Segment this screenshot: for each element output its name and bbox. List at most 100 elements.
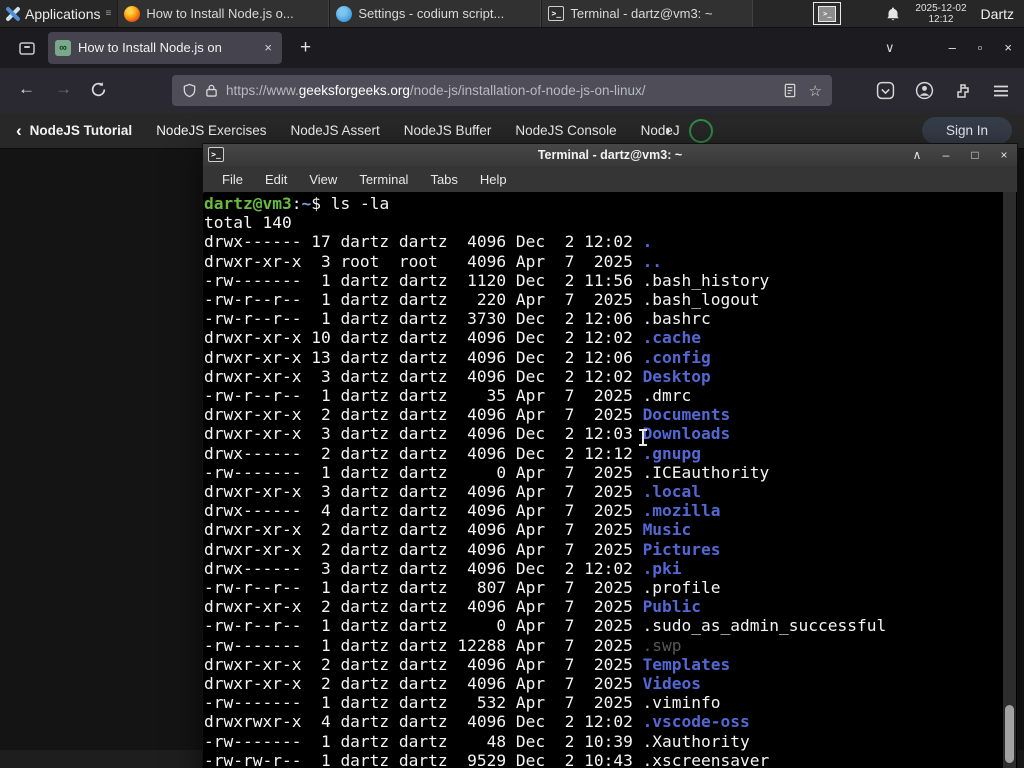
panel-user-name[interactable]: Dartz: [981, 6, 1014, 22]
terminal-minimize-button[interactable]: –: [939, 148, 953, 162]
browser-close-button[interactable]: ×: [1004, 40, 1012, 55]
terminal-line: drwx------ 3 dartz dartz 4096 Dec 2 12:0…: [204, 558, 682, 578]
bookmark-star-icon[interactable]: ☆: [809, 82, 822, 100]
site-nav-link[interactable]: NodeJS Assert: [290, 123, 379, 138]
url-bar[interactable]: https://www.geeksforgeeks.org/node-js/in…: [172, 75, 832, 106]
notifications-bell-icon[interactable]: [885, 6, 901, 22]
list-all-tabs-icon[interactable]: ∨: [879, 38, 901, 58]
forward-icon[interactable]: →: [55, 79, 72, 99]
terminal-shade-button[interactable]: ∧: [910, 148, 924, 162]
site-search-icon[interactable]: [688, 118, 713, 143]
mouse-ibeam-cursor: [637, 428, 649, 447]
terminal-line: drwxr-xr-x 13 dartz dartz 4096 Dec 2 12:…: [204, 347, 711, 367]
site-nav-back-chevron-icon[interactable]: ‹: [16, 121, 22, 141]
geeksforgeeks-favicon: ∞: [55, 39, 71, 56]
terminal-output[interactable]: dartz@vm3:~$ ls -la total 140 drwx------ 1…: [204, 192, 1017, 768]
terminal-window-icon: >_: [208, 147, 224, 162]
applications-menu-button[interactable]: Applications ≡: [0, 0, 117, 27]
panel-clock[interactable]: 2025-12-02 12:12: [915, 3, 966, 25]
terminal-line: -rw-r--r-- 1 dartz dartz 3730 Dec 2 12:0…: [204, 309, 711, 329]
panel-right: 2025-12-02 12:12 Dartz: [885, 0, 1024, 27]
terminal-line: drwxr-xr-x 3 root root 4096 Apr 7 2025 .…: [204, 251, 663, 271]
extensions-icon[interactable]: [954, 82, 972, 100]
firefox-icon: [124, 5, 141, 22]
taskbar-window-button[interactable]: >_ Terminal - dartz@vm3: ~: [541, 0, 754, 27]
terminal-menu-help[interactable]: Help: [469, 172, 518, 187]
terminal-line: -rw------- 1 dartz dartz 12288 Apr 7 202…: [204, 635, 682, 655]
lock-icon[interactable]: [205, 83, 218, 98]
system-tray: >_: [813, 2, 842, 25]
site-nav-link[interactable]: NodeJS Console: [515, 123, 616, 138]
terminal-line: drwxr-xr-x 10 dartz dartz 4096 Dec 2 12:…: [204, 328, 702, 348]
browser-maximize-button[interactable]: ▫: [978, 40, 983, 55]
reload-icon[interactable]: [90, 81, 107, 98]
terminal-line: drwxr-xr-x 3 dartz dartz 4096 Dec 2 12:0…: [204, 366, 711, 386]
terminal-scrollbar-thumb[interactable]: [1005, 705, 1014, 763]
menu-lines-icon: ≡: [105, 8, 112, 19]
terminal-line: -rw-r--r-- 1 dartz dartz 0 Apr 7 2025 .s…: [204, 616, 887, 636]
terminal-line: -rw-r--r-- 1 dartz dartz 220 Apr 7 2025 …: [204, 290, 760, 310]
terminal-line: -rw------- 1 dartz dartz 0 Apr 7 2025 .I…: [204, 462, 770, 482]
site-nav-link[interactable]: NodeJS Tutorial: [30, 123, 133, 138]
terminal-close-button[interactable]: ×: [997, 148, 1011, 162]
applications-menu-icon: [4, 6, 20, 22]
site-nav-link[interactable]: NodeJS Crypto: [641, 123, 680, 138]
taskbar-window-label: Settings - codium script...: [358, 6, 505, 21]
firefox-view-icon[interactable]: [12, 33, 42, 63]
tab-close-icon[interactable]: ×: [261, 39, 275, 56]
browser-toolbar: ← → https://www.geeksforgeeks.org/node-j…: [0, 68, 1024, 113]
codium-icon: [336, 5, 353, 22]
terminal-menu-tabs[interactable]: Tabs: [419, 172, 468, 187]
menu-hamburger-icon[interactable]: [992, 83, 1010, 99]
taskbar-window-button[interactable]: Settings - codium script...: [329, 0, 542, 27]
account-icon[interactable]: [915, 81, 934, 100]
terminal-menu-bar: File Edit View Terminal Tabs Help: [203, 166, 1017, 193]
terminal-line: drwxr-xr-x 2 dartz dartz 4096 Apr 7 2025…: [204, 654, 731, 674]
url-text[interactable]: https://www.geeksforgeeks.org/node-js/in…: [226, 83, 775, 98]
terminal-line: drwxr-xr-x 2 dartz dartz 4096 Apr 7 2025…: [204, 674, 702, 694]
terminal-line: drwxr-xr-x 3 dartz dartz 4096 Dec 2 12:0…: [204, 424, 731, 444]
terminal-line: -rw-rw-r-- 1 dartz dartz 9529 Dec 2 10:4…: [204, 750, 770, 768]
taskbar-window-label: Terminal - dartz@vm3: ~: [570, 6, 713, 21]
browser-tab-bar: ∞ How to Install Node.js on × + ∨ – ▫ ×: [0, 27, 1024, 68]
site-nav-overflow-chevron-icon[interactable]: ›: [666, 122, 671, 139]
downloads-icon[interactable]: [876, 81, 895, 100]
terminal-scrollbar[interactable]: [1003, 192, 1016, 768]
browser-minimize-button[interactable]: –: [949, 40, 956, 55]
taskbar-window-label: How to Install Node.js o...: [146, 6, 294, 21]
taskbar-windows: How to Install Node.js o... Settings - co…: [117, 0, 754, 27]
terminal-maximize-button[interactable]: □: [968, 148, 982, 162]
terminal-line: dartz@vm3:~$ ls -la: [204, 194, 390, 213]
clock-date: 2025-12-02: [915, 2, 967, 14]
desktop: Applications ≡ How to Install Node.js o.…: [0, 0, 1024, 768]
terminal-line: -rw-r--r-- 1 dartz dartz 35 Apr 7 2025 .…: [204, 386, 692, 406]
terminal-menu-edit[interactable]: Edit: [254, 172, 298, 187]
site-nav-link[interactable]: NodeJS Exercises: [156, 123, 266, 138]
terminal-line: drwx------ 2 dartz dartz 4096 Dec 2 12:1…: [204, 443, 702, 463]
terminal-menu-file[interactable]: File: [211, 172, 254, 187]
terminal-window-controls: ∧ – □ ×: [910, 144, 1011, 166]
terminal-line: drwxr-xr-x 2 dartz dartz 4096 Apr 7 2025…: [204, 597, 702, 617]
new-tab-button[interactable]: +: [292, 35, 319, 61]
terminal-menu-view[interactable]: View: [298, 172, 348, 187]
terminal-menu-terminal[interactable]: Terminal: [348, 172, 419, 187]
site-nav-items: NodeJS Tutorial NodeJS Exercises NodeJS As…: [30, 123, 680, 138]
shield-icon[interactable]: [182, 83, 197, 98]
terminal-line: drwxr-xr-x 2 dartz dartz 4096 Apr 7 2025…: [204, 405, 731, 425]
reader-view-icon[interactable]: [783, 83, 797, 98]
top-panel: Applications ≡ How to Install Node.js o.…: [0, 0, 1024, 28]
terminal-title: Terminal - dartz@vm3: ~: [537, 148, 683, 162]
terminal-title-bar[interactable]: >_ Terminal - dartz@vm3: ~ ∧ – □ ×: [203, 144, 1017, 166]
taskbar-window-button[interactable]: How to Install Node.js o...: [117, 0, 330, 27]
sign-in-button[interactable]: Sign In: [921, 117, 1012, 144]
terminal-line: -rw------- 1 dartz dartz 532 Apr 7 2025 …: [204, 693, 721, 713]
terminal-line: drwxr-xr-x 2 dartz dartz 4096 Apr 7 2025…: [204, 520, 692, 540]
back-icon[interactable]: ←: [18, 79, 35, 99]
browser-tab-active[interactable]: ∞ How to Install Node.js on ×: [48, 31, 282, 64]
tray-terminal-icon[interactable]: >_: [813, 2, 842, 25]
site-nav-link[interactable]: NodeJS Buffer: [404, 123, 492, 138]
applications-menu-label: Applications: [25, 5, 101, 22]
terminal-line: drwxr-xr-x 3 dartz dartz 4096 Apr 7 2025…: [204, 482, 702, 502]
browser-window-controls: – ▫ ×: [949, 40, 1012, 55]
terminal-line: drwx------ 17 dartz dartz 4096 Dec 2 12:…: [204, 232, 653, 252]
